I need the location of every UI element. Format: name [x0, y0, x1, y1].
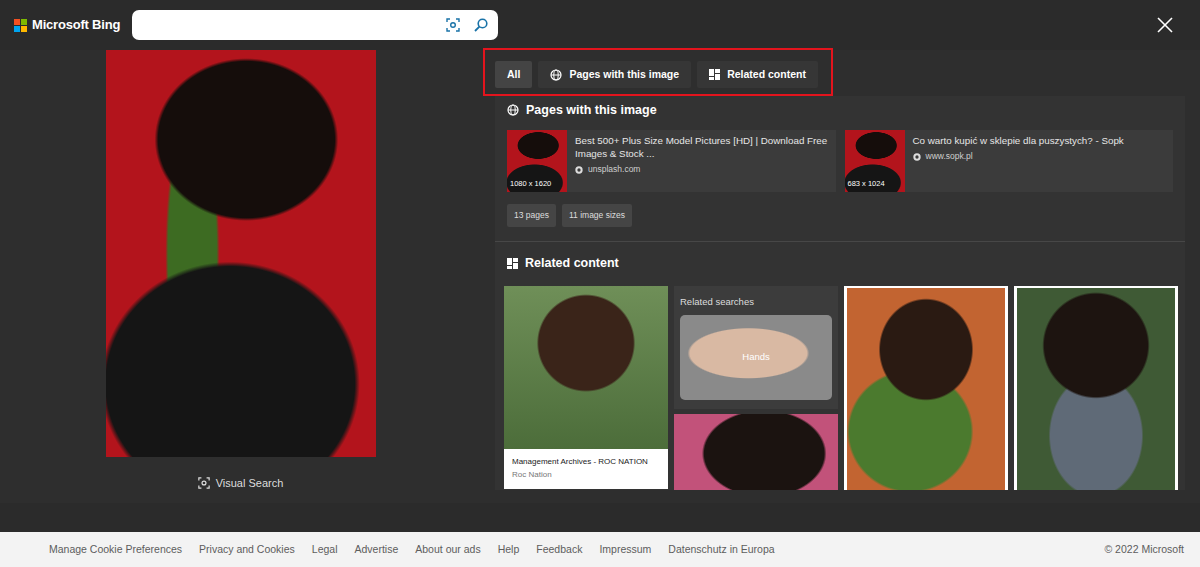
info-chip[interactable]: 13 pages: [507, 204, 556, 227]
page-text: Co warto kupić w sklepie dla puszystych?…: [905, 130, 1132, 192]
pages-header: Pages with this image: [507, 100, 1173, 120]
footer-link[interactable]: Datenschutz in Europa: [668, 542, 774, 558]
pages-chips: 13 pages 11 image sizes: [507, 204, 1173, 227]
related-item[interactable]: Management Archives - ROC NATION Roc Nati…: [504, 286, 668, 490]
page-title[interactable]: Best 500+ Plus Size Model Pictures [HD] …: [575, 134, 828, 160]
related-image[interactable]: [504, 286, 668, 449]
main-photo[interactable]: [106, 50, 376, 457]
microsoft-logo-icon: [14, 19, 27, 32]
image-viewer: Visual Search: [0, 50, 481, 503]
related-image[interactable]: [847, 288, 1005, 490]
image-size: 1080 x 1620: [510, 178, 551, 189]
related-item[interactable]: [844, 286, 1008, 490]
tab[interactable]: Pages with this image: [538, 61, 691, 88]
pages-list: 1080 x 1620 Best 500+ Plus Size Model Pic…: [507, 130, 1173, 192]
page-thumbnail[interactable]: 683 x 1024: [845, 130, 905, 192]
footer-link[interactable]: Manage Cookie Preferences: [49, 542, 182, 558]
related-item[interactable]: Related searches Hands: [674, 286, 838, 490]
related-image[interactable]: [674, 414, 838, 490]
tabs-bar: All Pages with this image Related content: [481, 50, 1185, 96]
tab[interactable]: Related content: [697, 61, 818, 88]
visual-search-icon: [198, 477, 210, 489]
image-size: 683 x 1024: [848, 178, 885, 189]
page-domain: unsplash.com: [588, 163, 640, 176]
page-title[interactable]: Co warto kupić w sklepie dla puszystych?…: [913, 134, 1124, 147]
visual-search-button[interactable]: Visual Search: [198, 475, 284, 492]
page-thumbnail[interactable]: 1080 x 1620: [507, 130, 567, 192]
page-card[interactable]: 1080 x 1620 Best 500+ Plus Size Model Pic…: [507, 130, 836, 192]
footer-link[interactable]: Help: [498, 542, 520, 558]
visual-search-icon[interactable]: [446, 18, 460, 32]
related-image-card[interactable]: [844, 286, 1008, 490]
page-source: unsplash.com: [575, 163, 828, 176]
logo-text[interactable]: Microsoft Bing: [32, 15, 120, 35]
grid-icon: [507, 258, 518, 269]
section-title: Related content: [525, 254, 619, 273]
bing-logo[interactable]: Microsoft Bing: [14, 15, 120, 35]
tab[interactable]: All: [495, 61, 532, 88]
tab-label[interactable]: Related content: [727, 67, 806, 83]
top-bar: Microsoft Bing: [0, 0, 1200, 50]
footer-link[interactable]: Impressum: [599, 542, 651, 558]
close-icon[interactable]: [1157, 17, 1173, 33]
footer-link[interactable]: About our ads: [415, 542, 480, 558]
caption-source: Roc Nation: [512, 469, 660, 481]
search-box[interactable]: [132, 10, 498, 40]
info-chip[interactable]: 11 image sizes: [562, 204, 632, 227]
results-panel: Pages with this image 1080 x 1620 Best 500…: [495, 96, 1185, 490]
results-column: AllPages with this imageRelated contentP…: [481, 50, 1185, 503]
spacer-strip: [0, 503, 1200, 532]
globe-icon: [550, 69, 562, 81]
footer-link[interactable]: Advertise: [355, 542, 399, 558]
related-item[interactable]: [1014, 286, 1178, 490]
section-title: Pages with this image: [526, 101, 657, 120]
footer-link[interactable]: Legal: [312, 542, 338, 558]
related-image-card[interactable]: [1014, 286, 1178, 490]
tab-label[interactable]: All: [507, 67, 520, 83]
related-searches-label: Related searches: [680, 295, 832, 309]
caption-box[interactable]: Management Archives - ROC NATION Roc Nati…: [504, 449, 668, 489]
search-icon[interactable]: [474, 18, 488, 32]
page-domain: www.sopk.pl: [926, 150, 973, 163]
footer: Manage Cookie Preferences Privacy and Coo…: [0, 532, 1200, 567]
main-area: Visual Search All Pages with this image Rel…: [0, 50, 1200, 503]
tab-label[interactable]: Pages with this image: [569, 67, 679, 83]
site-icon: [913, 153, 921, 161]
grid-icon: [709, 69, 720, 80]
related-grid: Management Archives - ROC NATION Roc Nati…: [504, 286, 1173, 490]
footer-link[interactable]: Privacy and Cookies: [199, 542, 295, 558]
globe-icon: [507, 104, 519, 116]
related-header: Related content: [507, 254, 1173, 274]
copyright: © 2022 Microsoft: [1104, 542, 1184, 558]
page-card[interactable]: 683 x 1024 Co warto kupić w sklepie dla p…: [845, 130, 1174, 192]
page-text: Best 500+ Plus Size Model Pictures [HD] …: [567, 130, 836, 192]
search-suggestion[interactable]: Hands: [680, 315, 832, 400]
related-searches: Related searches Hands: [674, 286, 838, 409]
footer-link[interactable]: Feedback: [536, 542, 582, 558]
divider: [495, 241, 1185, 242]
suggestion-label[interactable]: Hands: [742, 350, 769, 364]
site-icon: [575, 166, 583, 174]
visual-search-label[interactable]: Visual Search: [216, 475, 284, 492]
related-image[interactable]: [1017, 288, 1175, 490]
caption-title[interactable]: Management Archives - ROC NATION: [512, 456, 660, 467]
search-input[interactable]: [140, 14, 446, 36]
page-source: www.sopk.pl: [913, 150, 1124, 163]
tabs-highlight: All Pages with this image Related content: [483, 48, 833, 96]
